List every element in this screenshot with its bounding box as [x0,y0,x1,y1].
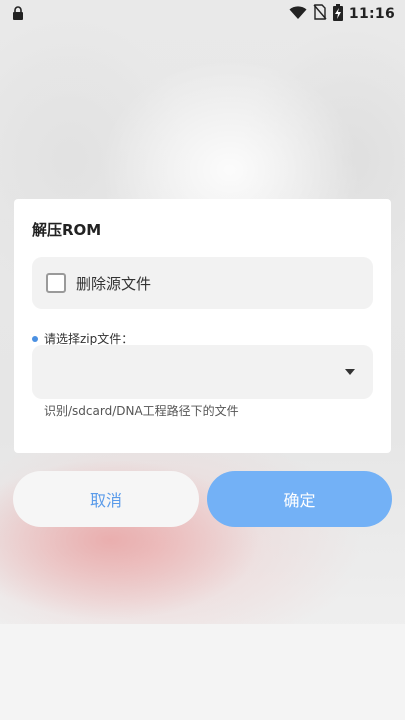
no-sim-icon [313,4,327,24]
dropdown-arrow-icon [345,369,355,375]
battery-charging-icon [332,3,343,25]
delete-source-label: 删除源文件 [76,274,152,293]
lock-icon [12,5,24,24]
wifi-icon [289,5,307,24]
delete-source-checkbox-row[interactable]: 删除源文件 [32,257,373,309]
cancel-button[interactable]: 取消 [13,471,199,527]
dialog-title: 解压ROM [32,221,102,239]
status-clock: 11:16 [348,6,395,22]
status-bar: 11:16 [0,0,405,28]
zip-select-hint: 识别/sdcard/DNA工程路径下的文件 [44,404,239,418]
bottom-area [0,624,405,720]
confirm-button[interactable]: 确定 [207,471,392,527]
delete-source-checkbox[interactable] [46,273,66,293]
required-dot-icon [32,335,38,342]
zip-file-dropdown[interactable] [32,345,373,399]
extract-rom-dialog: 解压ROM 删除源文件 请选择zip文件： 识别/sdcard/DNA工程路径下… [14,199,391,453]
